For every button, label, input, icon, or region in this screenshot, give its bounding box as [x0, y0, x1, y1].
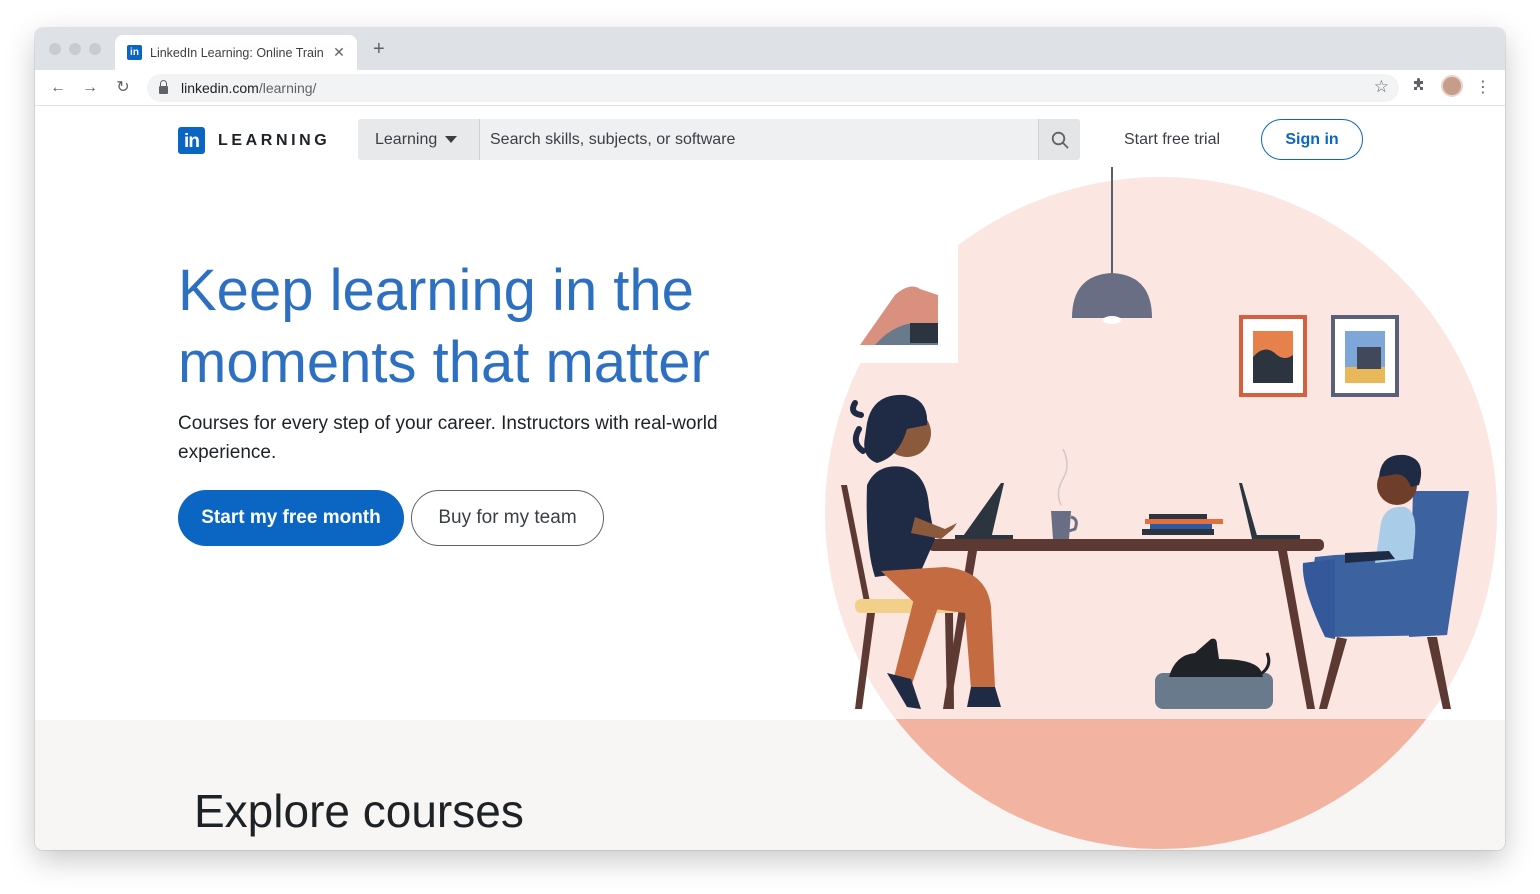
window-zoom-dot[interactable] [89, 43, 101, 55]
lock-icon [159, 80, 168, 94]
url-text: linkedin.com/learning/ [181, 80, 316, 96]
sign-in-button[interactable]: Sign in [1261, 119, 1363, 160]
hero-illustration [815, 167, 1505, 850]
back-arrow-icon[interactable]: ← [48, 78, 68, 98]
reload-icon[interactable]: ↻ [113, 78, 133, 98]
browser-menu-icon[interactable]: ⋮ [1475, 76, 1491, 100]
forward-arrow-icon[interactable]: → [80, 78, 100, 98]
page-content: in LEARNING Learning Search skills, subj… [35, 107, 1505, 850]
start-free-trial-link[interactable]: Start free trial [1124, 131, 1220, 149]
start-free-month-button[interactable]: Start my free month [178, 490, 404, 546]
extensions-puzzle-icon[interactable] [1409, 76, 1429, 100]
hero-subtitle: Courses for every step of your career. I… [178, 413, 718, 463]
search-button[interactable] [1038, 119, 1080, 160]
buy-for-team-button[interactable]: Buy for my team [411, 490, 604, 546]
explore-courses-heading: Explore courses [194, 785, 524, 837]
search-bar: Learning Search skills, subjects, or sof… [358, 119, 1080, 160]
hero-illustration-svg [825, 167, 1497, 849]
address-bar[interactable]: linkedin.com/learning/ ☆ [147, 74, 1399, 102]
search-category-dropdown[interactable]: Learning [358, 119, 480, 160]
window-close-dot[interactable] [49, 43, 61, 55]
url-path: /learning/ [258, 80, 317, 96]
tab-title: LinkedIn Learning: Online Train [150, 45, 324, 60]
bookmark-star-icon[interactable]: ☆ [1374, 77, 1389, 97]
linkedin-logo-icon: in [178, 127, 205, 154]
browser-tab[interactable]: in LinkedIn Learning: Online Train ✕ [115, 35, 357, 70]
search-icon [1051, 131, 1068, 148]
hero-title: Keep learning in the moments that matter [178, 258, 710, 395]
tab-strip: in LinkedIn Learning: Online Train ✕ + [35, 28, 1505, 70]
linkedin-learning-logo[interactable]: in LEARNING [178, 127, 330, 154]
caret-down-icon [445, 136, 458, 143]
browser-toolbar: ← → ↻ linkedin.com/learning/ ☆ ⋮ [35, 70, 1505, 106]
browser-window: in LinkedIn Learning: Online Train ✕ + ←… [35, 28, 1505, 850]
close-tab-icon[interactable]: ✕ [331, 44, 347, 61]
new-tab-icon[interactable]: + [373, 39, 385, 59]
search-category-label: Learning [375, 130, 438, 148]
profile-avatar-image [1441, 75, 1463, 97]
linkedin-favicon-icon: in [127, 45, 142, 60]
profile-avatar[interactable] [1441, 75, 1465, 99]
search-input[interactable]: Search skills, subjects, or software [480, 119, 1038, 160]
url-host: linkedin.com [181, 80, 259, 96]
window-minimize-dot[interactable] [69, 43, 81, 55]
logo-wordmark: LEARNING [218, 131, 331, 149]
